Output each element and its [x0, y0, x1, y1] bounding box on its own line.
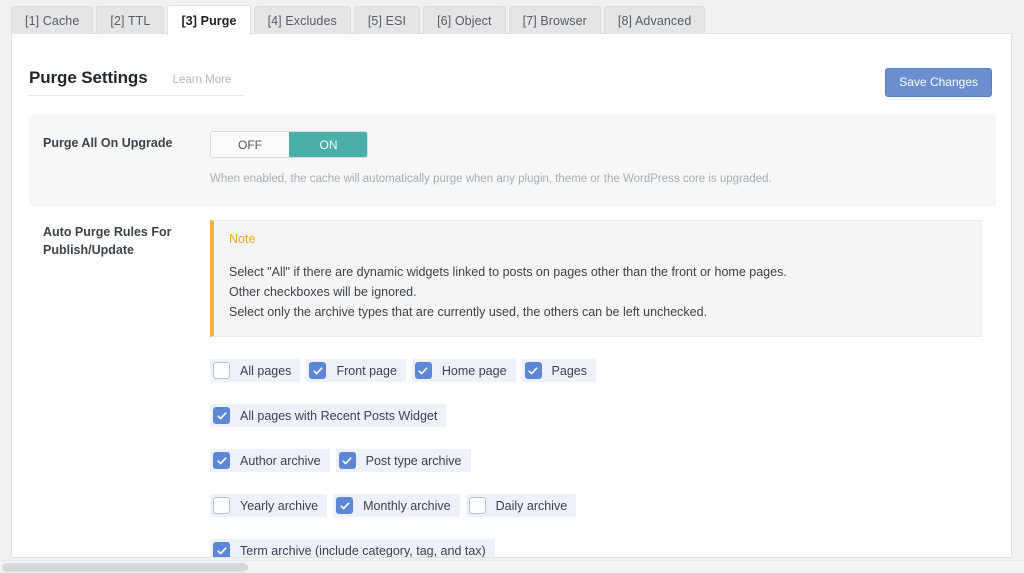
checkbox-box[interactable]	[468, 497, 486, 515]
checkbox-label: Term archive (include category, tag, and…	[240, 543, 486, 558]
purge-all-on-upgrade-toggle[interactable]: OFF ON	[210, 131, 368, 158]
page-header: Purge Settings Learn More	[29, 68, 244, 96]
row-purge-all-on-upgrade: Purge All On Upgrade OFF ON When enabled…	[29, 115, 996, 207]
checkbox-box[interactable]	[213, 407, 230, 425]
note-body: Select "All" if there are dynamic widget…	[229, 263, 967, 322]
checkbox-box[interactable]	[213, 452, 230, 470]
note-box: Note Select "All" if there are dynamic w…	[210, 220, 982, 338]
checkbox-item[interactable]: Daily archive	[465, 494, 577, 518]
checkbox-item[interactable]: Front page	[306, 359, 406, 383]
note-line: Select only the archive types that are c…	[229, 304, 708, 319]
settings-tab[interactable]: [7] Browser	[508, 6, 601, 34]
settings-tab[interactable]: [1] Cache	[11, 6, 94, 34]
checkbox-box[interactable]	[213, 542, 230, 557]
checkbox-item[interactable]: All pages	[210, 359, 301, 383]
checkbox-item[interactable]: All pages with Recent Posts Widget	[210, 404, 447, 428]
checkbox-label: Monthly archive	[363, 498, 451, 513]
checkbox-item[interactable]: Pages	[521, 359, 596, 383]
checkbox-item[interactable]: Monthly archive	[333, 494, 460, 518]
note-line: Other checkboxes will be ignored.	[229, 284, 417, 299]
checkbox-item[interactable]: Term archive (include category, tag, and…	[210, 539, 495, 558]
save-changes-button[interactable]: Save Changes	[885, 68, 992, 97]
row-body-auto-purge-rules: Note Select "All" if there are dynamic w…	[210, 204, 996, 558]
checkmark-icon	[342, 457, 352, 465]
checkbox-item[interactable]: Yearly archive	[210, 494, 328, 518]
checkbox-label: Author archive	[240, 453, 321, 468]
left-gutter	[0, 0, 11, 560]
checkbox-box[interactable]	[309, 362, 327, 380]
checkbox-label: All pages	[240, 363, 292, 378]
purge-all-on-upgrade-help: When enabled, the cache will automatical…	[210, 173, 772, 185]
settings-tab[interactable]: [6] Object	[423, 6, 506, 34]
checkbox-box[interactable]	[336, 497, 354, 515]
row-auto-purge-rules: Auto Purge Rules For Publish/Update Note…	[29, 204, 996, 558]
checkbox-label: Pages	[551, 363, 587, 378]
note-line: Select "All" if there are dynamic widget…	[229, 265, 787, 279]
horizontal-scrollbar-track[interactable]	[0, 560, 1024, 573]
checkbox-box[interactable]	[524, 362, 542, 380]
row-label-auto-purge-rules: Auto Purge Rules For Publish/Update	[43, 225, 172, 258]
auto-purge-checkbox-groups: All pages Front page Home page Pages All pag…	[210, 359, 988, 558]
row-body-purge-all-on-upgrade: OFF ON When enabled, the cache will auto…	[210, 115, 996, 206]
checkbox-box[interactable]	[213, 497, 230, 515]
checkmark-icon	[528, 367, 538, 375]
checkbox-box[interactable]	[414, 362, 432, 380]
horizontal-scrollbar-thumb[interactable]	[2, 563, 248, 572]
checkbox-label: All pages with Recent Posts Widget	[240, 408, 438, 423]
settings-tab[interactable]: [5] ESI	[353, 6, 421, 34]
page-root: [1] Cache [2] TTL [3] Purge [4] Excludes [5]…	[0, 0, 1024, 573]
checkbox-row: All pages Front page Home page Pages	[210, 359, 988, 383]
checkbox-box[interactable]	[338, 452, 356, 470]
checkmark-icon	[313, 367, 323, 375]
settings-tab[interactable]: [3] Purge	[167, 5, 251, 35]
checkbox-item[interactable]: Home page	[411, 359, 516, 383]
checkbox-row: Author archive Post type archive	[210, 449, 988, 473]
checkmark-icon	[216, 547, 226, 555]
checkbox-label: Home page	[441, 363, 507, 378]
settings-card: Purge Settings Learn More Save Changes P…	[11, 33, 1012, 558]
checkbox-item[interactable]: Post type archive	[335, 449, 471, 473]
checkbox-box[interactable]	[213, 362, 230, 380]
checkmark-icon	[418, 367, 428, 375]
checkbox-label: Daily archive	[495, 498, 568, 513]
checkbox-row: All pages with Recent Posts Widget	[210, 404, 988, 428]
learn-more-link[interactable]: Learn More	[173, 74, 232, 86]
toggle-option-on[interactable]: ON	[289, 132, 367, 157]
checkmark-icon	[339, 502, 350, 510]
toggle-option-off[interactable]: OFF	[211, 132, 289, 157]
checkmark-icon	[216, 457, 226, 465]
settings-tab-strip: [1] Cache [2] TTL [3] Purge [4] Excludes [5]…	[11, 5, 706, 35]
checkbox-label: Post type archive	[365, 453, 462, 468]
checkbox-label: Yearly archive	[240, 498, 319, 513]
settings-tab[interactable]: [8] Advanced	[603, 6, 706, 34]
checkbox-item[interactable]: Author archive	[210, 449, 330, 473]
settings-tab[interactable]: [2] TTL	[96, 6, 165, 34]
note-title: Note	[229, 232, 256, 246]
checkbox-label: Front page	[336, 363, 397, 378]
checkbox-row: Term archive (include category, tag, and…	[210, 539, 988, 558]
checkbox-row: Yearly archive Monthly archive Daily archi…	[210, 494, 988, 518]
checkmark-icon	[216, 412, 226, 420]
row-label-purge-all-on-upgrade: Purge All On Upgrade	[43, 136, 173, 150]
settings-tab[interactable]: [4] Excludes	[253, 6, 351, 34]
page-title: Purge Settings	[29, 68, 148, 87]
